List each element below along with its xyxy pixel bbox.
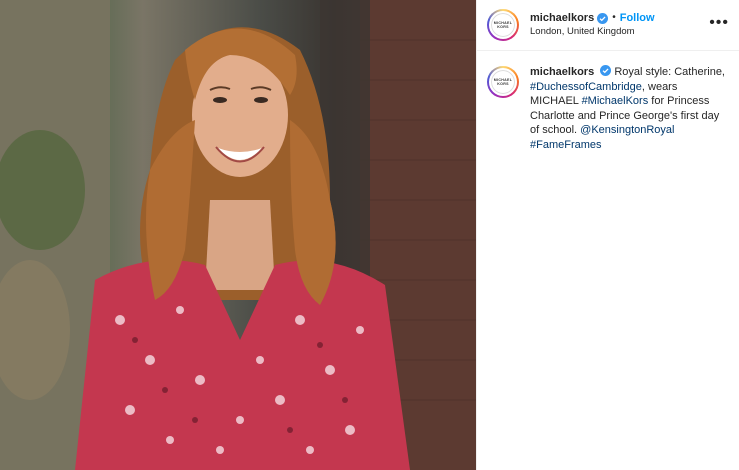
follow-button[interactable]: Follow <box>620 11 655 25</box>
post-location[interactable]: London, United Kingdom <box>530 25 655 39</box>
more-options-icon[interactable]: ••• <box>709 14 729 32</box>
avatar-logo-text: MICHAEL KORS <box>493 21 513 29</box>
photo-illustration <box>0 0 476 470</box>
caption-text: michaelkors Royal style: Catherine, #Duc… <box>530 65 727 152</box>
instagram-post: MICHAEL KORS michaelkors • Follow London… <box>0 0 739 470</box>
verified-badge-icon <box>600 65 612 76</box>
post-sidebar: MICHAEL KORS michaelkors • Follow London… <box>476 0 739 470</box>
hashtag-link[interactable]: #FameFrames <box>530 139 602 151</box>
author-info: michaelkors • Follow London, United King… <box>530 11 655 39</box>
author-username[interactable]: michaelkors <box>530 11 594 25</box>
verified-badge-icon <box>597 12 609 24</box>
caption-text-part: Royal style: Catherine, <box>614 66 725 78</box>
post-photo[interactable] <box>0 0 476 470</box>
caption-username[interactable]: michaelkors <box>530 66 594 78</box>
mention-link[interactable]: @KensingtonRoyal <box>580 124 674 136</box>
separator-dot: • <box>612 12 616 23</box>
author-avatar[interactable]: MICHAEL KORS <box>487 9 519 41</box>
caption-avatar[interactable]: MICHAEL KORS <box>487 66 519 98</box>
post-caption: MICHAEL KORS michaelkors Royal style: Ca… <box>477 51 739 152</box>
post-header: MICHAEL KORS michaelkors • Follow London… <box>477 0 739 51</box>
hashtag-link[interactable]: #DuchessofCambridge <box>530 81 642 93</box>
hashtag-link[interactable]: #MichaelKors <box>582 95 649 107</box>
avatar-logo-text: MICHAEL KORS <box>493 78 513 86</box>
